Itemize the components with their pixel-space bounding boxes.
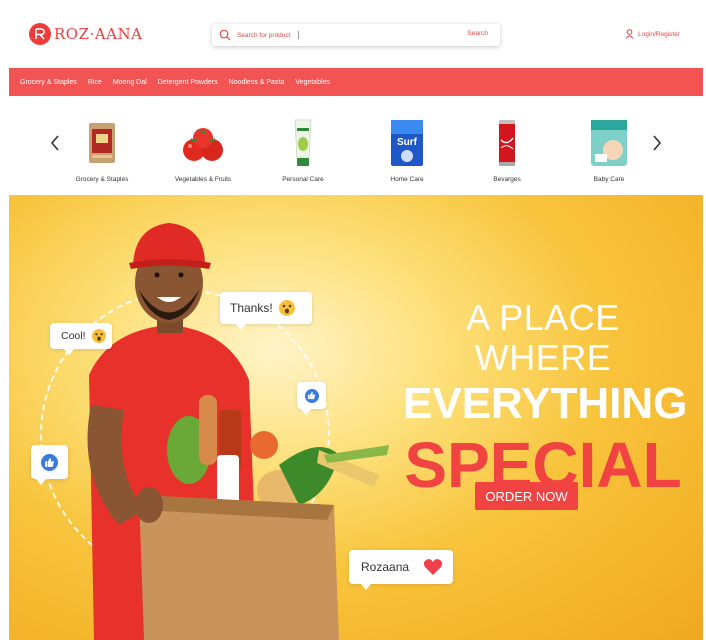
basket-logo-icon bbox=[29, 23, 51, 45]
text-cursor bbox=[298, 31, 300, 39]
page: ROZ·AANA Search for product Search Login… bbox=[9, 0, 703, 640]
thanks-bubble: Thanks! bbox=[220, 292, 312, 330]
category-vegetables[interactable]: Vegetables & Fruits bbox=[153, 116, 253, 183]
thumbs-up-icon bbox=[304, 388, 319, 403]
diaper-pack-icon bbox=[559, 116, 659, 170]
heart-icon bbox=[423, 559, 443, 575]
headline-line-2: EVERYTHING bbox=[403, 379, 688, 428]
grocery-pack-icon bbox=[52, 116, 152, 170]
category-label: Home Care bbox=[390, 176, 424, 183]
search-bar[interactable]: Search for product Search bbox=[212, 24, 500, 46]
category-label: Vegetables & Fruits bbox=[174, 176, 232, 183]
category-label: Bevarges bbox=[493, 176, 521, 183]
cool-text: Cool! bbox=[61, 330, 86, 342]
category-grocery[interactable]: Grocery & Staples bbox=[52, 116, 152, 183]
cola-can-icon bbox=[457, 116, 557, 170]
nav-item-grocery[interactable]: Grocery & Staples bbox=[20, 79, 77, 86]
headline-line-1: A PLACE WHERE bbox=[466, 297, 620, 378]
category-carousel: Grocery & Staples Vegetables & Fruits Pe… bbox=[9, 96, 703, 194]
search-icon bbox=[219, 29, 231, 41]
category-personal-care[interactable]: Personal Care bbox=[253, 116, 353, 183]
site-header: ROZ·AANA Search for product Search Login… bbox=[9, 0, 703, 68]
like-bubble bbox=[297, 382, 326, 415]
login-register-link[interactable]: Login/Register bbox=[625, 29, 680, 39]
hero-headline: A PLACE WHERE EVERYTHING SPECIAL bbox=[403, 297, 688, 501]
logo[interactable]: ROZ·AANA bbox=[29, 23, 142, 45]
category-home-care[interactable]: Surf Home Care bbox=[357, 116, 457, 183]
category-beverages[interactable]: Bevarges bbox=[457, 116, 557, 183]
rozaana-bubble: Rozaana bbox=[349, 550, 453, 590]
nav-item-vegetables[interactable]: Vegetables bbox=[295, 79, 330, 86]
logo-text: ROZ·AANA bbox=[54, 25, 143, 43]
category-label: Personal Care bbox=[282, 176, 324, 183]
thumbs-up-icon bbox=[41, 453, 58, 471]
login-label: Login/Register bbox=[638, 30, 680, 38]
detergent-box-icon: Surf bbox=[357, 116, 457, 170]
category-nav-bar: Grocery & Staples Rice Moong Dal Deterge… bbox=[9, 68, 703, 96]
thanks-text: Thanks! bbox=[230, 301, 273, 315]
nav-item-detergent[interactable]: Detergent Powders bbox=[158, 79, 218, 86]
nav-item-moong-dal[interactable]: Moong Dal bbox=[113, 79, 147, 86]
tomatoes-icon bbox=[153, 116, 253, 170]
order-now-button[interactable]: ORDER NOW bbox=[475, 482, 578, 510]
face-wash-tube-icon bbox=[253, 116, 353, 170]
cool-bubble: Cool! bbox=[50, 323, 112, 355]
chevron-right-icon[interactable] bbox=[650, 133, 664, 153]
search-input[interactable]: Search for product bbox=[237, 32, 290, 39]
hero-banner: Thanks! Cool! Rozaana A PLACE WHERE EVER… bbox=[9, 195, 703, 640]
nav-item-noodles[interactable]: Noodless & Pasta bbox=[229, 79, 285, 86]
wow-emoji-icon bbox=[278, 300, 295, 316]
svg-text:Surf: Surf bbox=[397, 137, 418, 148]
nav-item-rice[interactable]: Rice bbox=[88, 79, 102, 86]
wow-emoji-icon bbox=[91, 329, 106, 343]
search-button[interactable]: Search bbox=[467, 30, 488, 37]
category-baby-care[interactable]: Baby Care bbox=[559, 116, 659, 183]
user-icon bbox=[625, 29, 634, 39]
category-label: Grocery & Staples bbox=[75, 176, 129, 183]
rozaana-text: Rozaana bbox=[361, 560, 410, 574]
like-bubble bbox=[31, 445, 68, 485]
category-label: Baby Care bbox=[593, 176, 625, 183]
